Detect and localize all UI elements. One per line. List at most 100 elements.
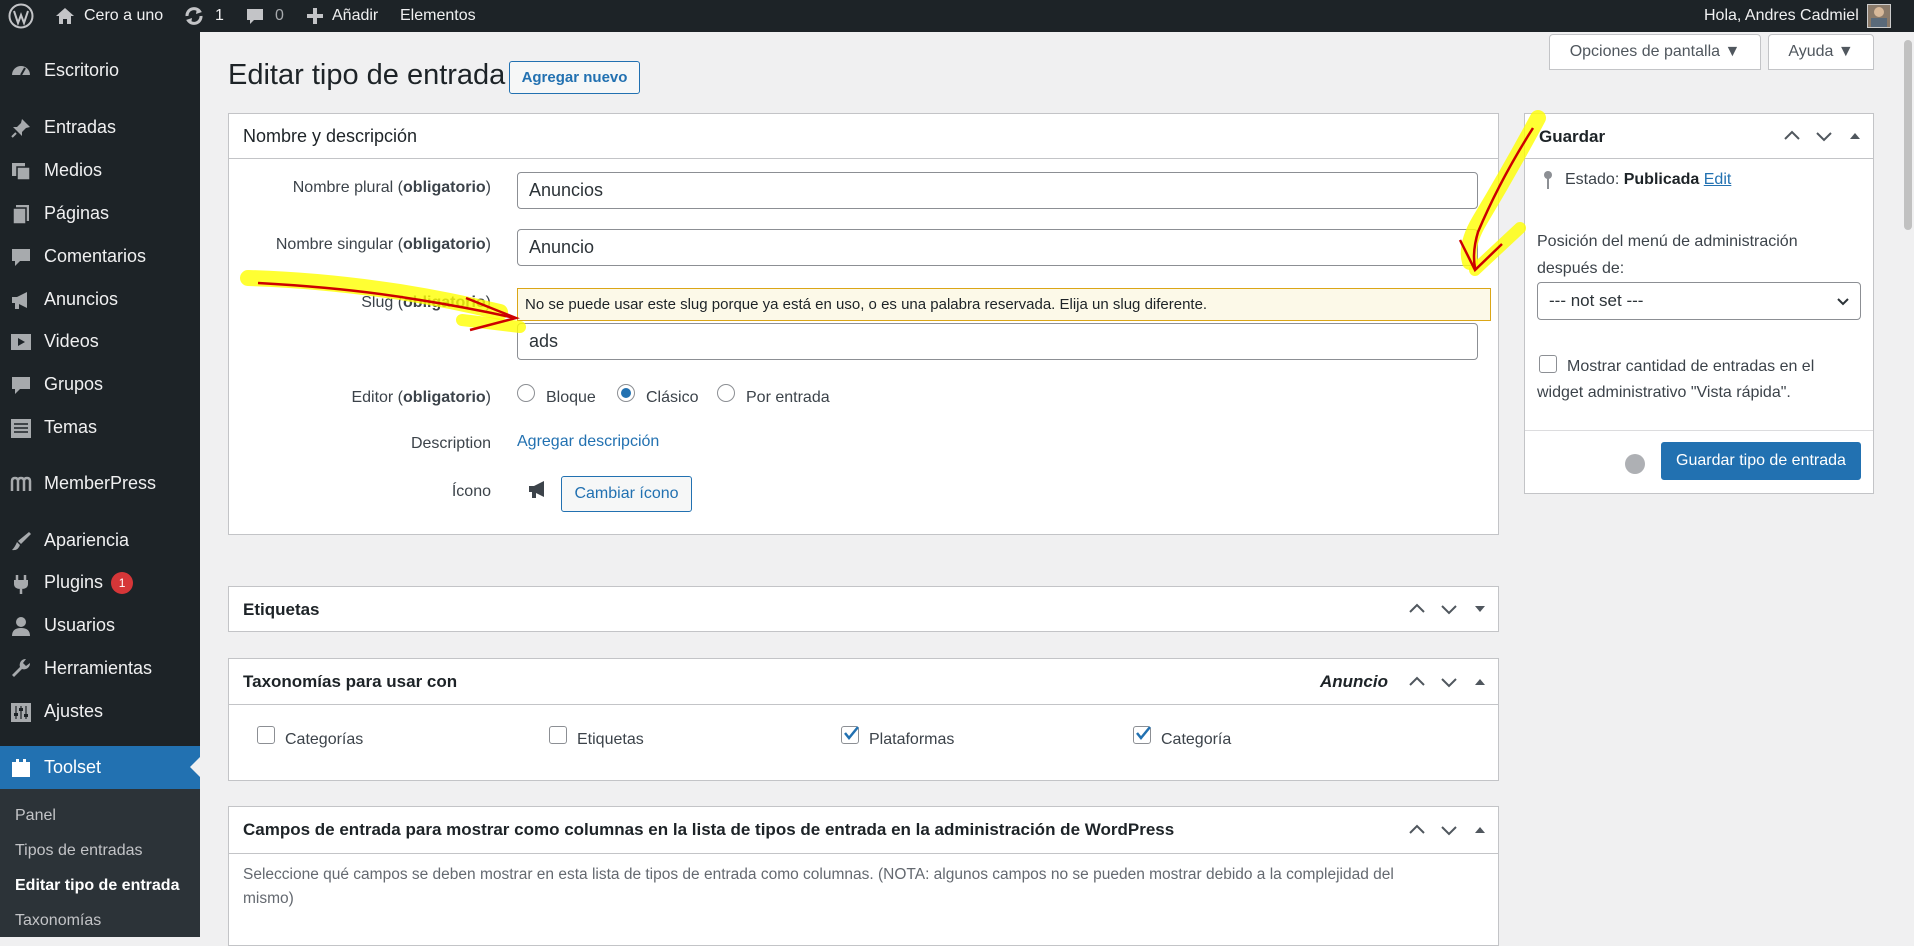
add-new-button[interactable]: Agregar nuevo bbox=[509, 61, 640, 94]
save-box: Guardar Estado: Publicada Edit Posición … bbox=[1524, 113, 1874, 494]
slug-label: Slug (obligatorio) bbox=[361, 294, 491, 311]
menu-label: Grupos bbox=[44, 373, 104, 394]
box-title: Nombre y descripción bbox=[243, 126, 418, 146]
screen-options-button[interactable]: Opciones de pantalla ▼ bbox=[1549, 34, 1761, 70]
spinner-icon bbox=[1625, 454, 1645, 474]
toggle-panel-icon[interactable] bbox=[1849, 130, 1861, 142]
taxonomy-checkbox-categoria[interactable] bbox=[1133, 726, 1151, 744]
menu-label: Herramientas bbox=[44, 657, 153, 678]
greeting: Hola, Andres Cadmiel bbox=[1704, 7, 1859, 24]
taxonomy-checkbox-categorias[interactable] bbox=[257, 726, 275, 744]
plugins-update-badge: 1 bbox=[111, 572, 134, 595]
change-icon-button[interactable]: Cambiar ícono bbox=[561, 476, 692, 512]
page-title: Editar tipo de entrada bbox=[228, 59, 506, 91]
brush-icon bbox=[12, 532, 31, 551]
menu-label: Entradas bbox=[44, 116, 117, 137]
menu-label: Ajustes bbox=[44, 700, 104, 721]
editor-label: Editor (obligatorio) bbox=[351, 389, 491, 406]
move-down-icon[interactable] bbox=[1440, 821, 1458, 839]
submenu-item-panel[interactable]: Panel bbox=[15, 807, 56, 825]
account-menu[interactable]: Hola, Andres Cadmiel bbox=[1704, 0, 1891, 32]
singular-name-input[interactable]: Anuncio bbox=[517, 229, 1478, 266]
box-title: Campos de entrada para mostrar como colu… bbox=[243, 820, 1175, 839]
slug-input[interactable]: ads bbox=[517, 323, 1478, 360]
toolset-icon bbox=[12, 759, 30, 777]
menu-item-usuarios[interactable]: Usuarios bbox=[0, 605, 200, 645]
menu-item-toolset[interactable]: Toolset bbox=[0, 746, 200, 789]
editor-radio-block[interactable] bbox=[517, 384, 535, 402]
fields-description-line2: mismo) bbox=[243, 890, 294, 907]
menu-position-select[interactable]: --- not set --- bbox=[1537, 282, 1861, 320]
menu-item-medios[interactable]: Medios bbox=[0, 150, 200, 190]
menu-item-apariencia[interactable]: Apariencia bbox=[0, 520, 200, 560]
submenu-item-edit-post-type[interactable]: Editar tipo de entrada bbox=[15, 877, 179, 895]
taxonomy-checkbox-plataformas[interactable] bbox=[841, 726, 859, 744]
menu-label: MemberPress bbox=[44, 472, 157, 493]
menu-item-herramientas[interactable]: Herramientas bbox=[0, 648, 200, 688]
move-up-icon[interactable] bbox=[1408, 673, 1426, 691]
show-count-checkbox[interactable] bbox=[1539, 355, 1557, 373]
pin-icon bbox=[11, 119, 30, 138]
menu-item-grupos[interactable]: Grupos bbox=[0, 364, 200, 404]
box-title: Etiquetas bbox=[243, 600, 320, 619]
dashboard-icon bbox=[12, 66, 30, 76]
menu-label: Apariencia bbox=[44, 529, 130, 550]
updates-icon bbox=[185, 7, 203, 25]
move-up-icon[interactable] bbox=[1408, 821, 1426, 839]
save-post-type-button[interactable]: Guardar tipo de entrada bbox=[1661, 442, 1861, 480]
move-up-icon[interactable] bbox=[1783, 127, 1801, 145]
help-button[interactable]: Ayuda ▼ bbox=[1768, 34, 1874, 70]
menu-item-escritorio[interactable]: Escritorio bbox=[0, 50, 200, 90]
scrollbar-thumb[interactable] bbox=[1904, 40, 1912, 230]
box-title: Guardar bbox=[1539, 127, 1606, 146]
wordpress-logo-icon[interactable] bbox=[8, 0, 34, 32]
site-home-link[interactable]: Cero a uno bbox=[54, 0, 163, 32]
tags-box: Etiquetas bbox=[228, 586, 1499, 632]
menu-label: Plugins bbox=[44, 571, 104, 592]
submenu-item-post-types[interactable]: Tipos de entradas bbox=[15, 842, 142, 860]
toggle-panel-icon[interactable] bbox=[1474, 603, 1486, 615]
taxonomies-box: Taxonomías para usar con Anuncio bbox=[228, 658, 1499, 781]
scrollbar[interactable] bbox=[1902, 32, 1914, 937]
settings-icon bbox=[11, 703, 31, 722]
post-type-name: Anuncio bbox=[1320, 671, 1388, 691]
menu-item-anuncios[interactable]: Anuncios bbox=[0, 279, 200, 319]
menu-item-plugins[interactable]: Plugins 1 bbox=[0, 563, 200, 603]
updates-link[interactable]: 1 bbox=[183, 0, 224, 32]
add-description-link[interactable]: Agregar descripción bbox=[517, 433, 659, 451]
add-new-label: Añadir bbox=[332, 7, 379, 24]
taxonomy-checkbox-etiquetas[interactable] bbox=[549, 726, 567, 744]
submenu-item-taxonomies[interactable]: Taxonomías bbox=[15, 912, 101, 930]
move-down-icon[interactable] bbox=[1815, 127, 1833, 145]
edit-status-link[interactable]: Edit bbox=[1704, 171, 1732, 188]
megaphone-icon bbox=[529, 481, 544, 498]
elements-link[interactable]: Elementos bbox=[400, 0, 476, 32]
editor-option-label: Por entrada bbox=[746, 389, 830, 406]
site-name: Cero a uno bbox=[84, 7, 164, 24]
move-down-icon[interactable] bbox=[1440, 600, 1458, 618]
move-up-icon[interactable] bbox=[1408, 600, 1426, 618]
editor-option-label: Clásico bbox=[646, 389, 699, 406]
menu-item-videos[interactable]: Videos bbox=[0, 321, 200, 361]
menu-label: Medios bbox=[44, 159, 103, 180]
editor-radio-classic[interactable] bbox=[617, 384, 635, 402]
plural-name-label: Nombre plural (obligatorio) bbox=[292, 179, 491, 196]
toggle-panel-icon[interactable] bbox=[1474, 824, 1486, 836]
move-down-icon[interactable] bbox=[1440, 673, 1458, 691]
menu-item-memberpress[interactable]: MemberPress bbox=[0, 463, 200, 503]
taxonomy-label: Plataformas bbox=[869, 731, 955, 748]
plus-icon bbox=[307, 8, 323, 24]
menu-item-temas[interactable]: Temas bbox=[0, 407, 200, 447]
menu-item-entradas[interactable]: Entradas bbox=[0, 107, 200, 147]
menu-item-comentarios[interactable]: Comentarios bbox=[0, 236, 200, 276]
icon-label: Ícono bbox=[451, 483, 491, 500]
comments-count: 0 bbox=[275, 7, 284, 24]
add-new-menu[interactable]: Añadir bbox=[306, 0, 378, 32]
divider bbox=[1525, 430, 1873, 431]
menu-item-ajustes[interactable]: Ajustes bbox=[0, 691, 200, 731]
editor-radio-per-post[interactable] bbox=[717, 384, 735, 402]
toggle-panel-icon[interactable] bbox=[1474, 676, 1486, 688]
comments-link[interactable]: 0 bbox=[245, 0, 284, 32]
plural-name-input[interactable]: Anuncios bbox=[517, 172, 1478, 209]
menu-item-paginas[interactable]: Páginas bbox=[0, 193, 200, 233]
